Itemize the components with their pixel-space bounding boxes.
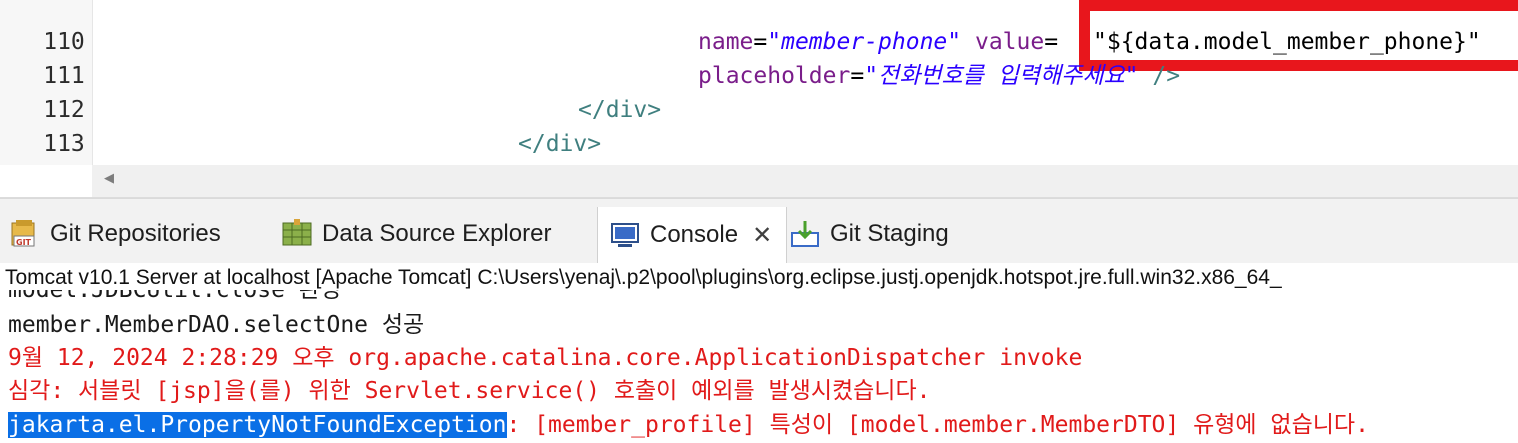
tab-console[interactable]: Console ✕ [597,207,788,263]
code-line-partial: · [680,0,1080,14]
line-number: 110 [43,29,85,55]
tab-label: Data Source Explorer [322,220,552,247]
svg-text:GIT: GIT [16,238,32,247]
code-line-112: </div> [578,97,662,123]
tab-data-source-explorer[interactable]: Data Source Explorer [282,209,551,259]
scroll-left-icon[interactable]: ◀ [104,171,114,186]
console-process-label: Tomcat v10.1 Server at localhost [Apache… [0,263,1518,293]
tab-label: Console [650,221,739,248]
code-line-110: name="member-phone" value= [698,29,1059,55]
view-tab-bar: GIT Git Repositories Data Source Explore… [0,198,1518,264]
horizontal-scrollbar[interactable]: ◀ [92,165,1518,197]
console-line-error: 9월 12, 2024 2:28:29 오후 org.apache.catali… [8,345,1083,371]
line-number: 111 [43,63,85,89]
line-number: 113 [43,131,85,157]
tab-label: Git Repositories [50,220,221,247]
console-line-partial: model.JDBCUtil.close 완성 [8,290,342,303]
code-editor[interactable]: 110 111 112 113 · name="member-phone" va… [0,0,1518,198]
console-line: member.MemberDAO.selectOne 성공 [8,312,425,338]
line-number: 112 [43,97,85,123]
close-icon[interactable]: ✕ [752,221,772,249]
code-line-111: placeholder="전화번호를 입력해주세요" /> [698,63,1181,89]
line-number-gutter: 110 111 112 113 [28,0,93,165]
console-line-error: 심각: 서블릿 [jsp]을(를) 위한 Servlet.service() 호… [8,378,931,404]
selected-exception-text[interactable]: jakarta.el.PropertyNotFoundException [8,412,507,438]
console-icon [610,220,640,250]
tab-git-staging[interactable]: Git Staging [790,209,949,259]
git-staging-icon [790,219,820,249]
git-repositories-icon: GIT [10,219,40,249]
code-line-113: </div> [518,131,602,157]
console-line-error: jakarta.el.PropertyNotFoundException: [m… [8,412,1369,438]
editor-left-ruler [0,0,28,165]
data-source-explorer-icon [282,219,312,249]
tab-label: Git Staging [830,220,949,247]
tab-git-repositories[interactable]: GIT Git Repositories [10,209,221,259]
